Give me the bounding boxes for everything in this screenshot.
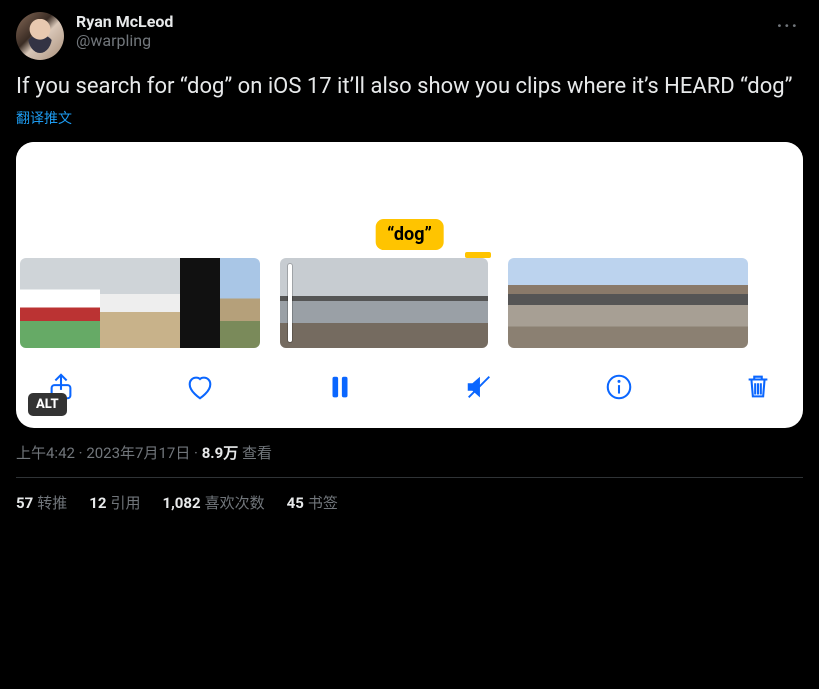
video-frame (384, 258, 436, 348)
delete-button[interactable] (743, 372, 773, 406)
pause-button[interactable] (325, 372, 355, 406)
info-button[interactable] (604, 372, 634, 406)
tweet-container: Ryan McLeod @warpling ··· If you search … (0, 0, 819, 525)
video-frame (140, 258, 180, 348)
video-frame (100, 258, 140, 348)
tweet-time: 上午4:42 (16, 444, 75, 462)
media-toolbar (16, 348, 803, 428)
video-frame (588, 258, 628, 348)
avatar[interactable] (16, 12, 64, 60)
view-count: 8.9万 (202, 444, 239, 462)
search-match-tag: “dog” (375, 219, 444, 250)
display-name: Ryan McLeod (76, 12, 761, 31)
video-frame (180, 258, 220, 348)
video-frame (668, 258, 708, 348)
likes-stat[interactable]: 1,082喜欢次数 (162, 492, 264, 513)
trash-icon (743, 372, 773, 406)
pause-icon (325, 372, 355, 406)
favorite-button[interactable] (185, 372, 215, 406)
user-block[interactable]: Ryan McLeod @warpling (76, 12, 761, 50)
video-frame (628, 258, 668, 348)
bookmarks-stat[interactable]: 45书签 (287, 492, 338, 513)
divider (16, 477, 803, 478)
clip-group[interactable] (508, 258, 748, 348)
tweet-text: If you search for “dog” on iOS 17 it’ll … (16, 72, 803, 102)
heart-icon (185, 372, 215, 406)
timeline-marker (465, 252, 491, 258)
translate-link[interactable]: 翻译推文 (16, 108, 72, 128)
view-label: 查看 (238, 444, 272, 462)
video-frame (548, 258, 588, 348)
quotes-stat[interactable]: 12引用 (89, 492, 140, 513)
user-handle: @warpling (76, 31, 761, 50)
video-timeline[interactable] (16, 252, 803, 348)
media-attachment[interactable]: “dog” (16, 142, 803, 428)
retweets-stat[interactable]: 57转推 (16, 492, 67, 513)
info-icon (604, 372, 634, 406)
video-frame (508, 258, 548, 348)
clip-group-active[interactable] (280, 258, 488, 348)
mute-button[interactable] (464, 372, 494, 406)
clip-group[interactable] (20, 258, 260, 348)
more-options-button[interactable]: ··· (773, 12, 803, 41)
speaker-muted-icon (464, 372, 494, 406)
video-frame (60, 258, 100, 348)
media-top-area: “dog” (16, 142, 803, 252)
video-frame (280, 258, 332, 348)
tweet-meta[interactable]: 上午4:42 · 2023年7月17日 · 8.9万 查看 (16, 442, 803, 463)
video-frame (708, 258, 748, 348)
alt-text-badge[interactable]: ALT (28, 393, 67, 416)
video-frame (332, 258, 384, 348)
video-frame (220, 258, 260, 348)
engagement-stats: 57转推 12引用 1,082喜欢次数 45书签 (16, 492, 803, 513)
video-frame (20, 258, 60, 348)
video-frame (436, 258, 488, 348)
tweet-header: Ryan McLeod @warpling ··· (16, 12, 803, 60)
tweet-date: 2023年7月17日 (86, 444, 190, 462)
